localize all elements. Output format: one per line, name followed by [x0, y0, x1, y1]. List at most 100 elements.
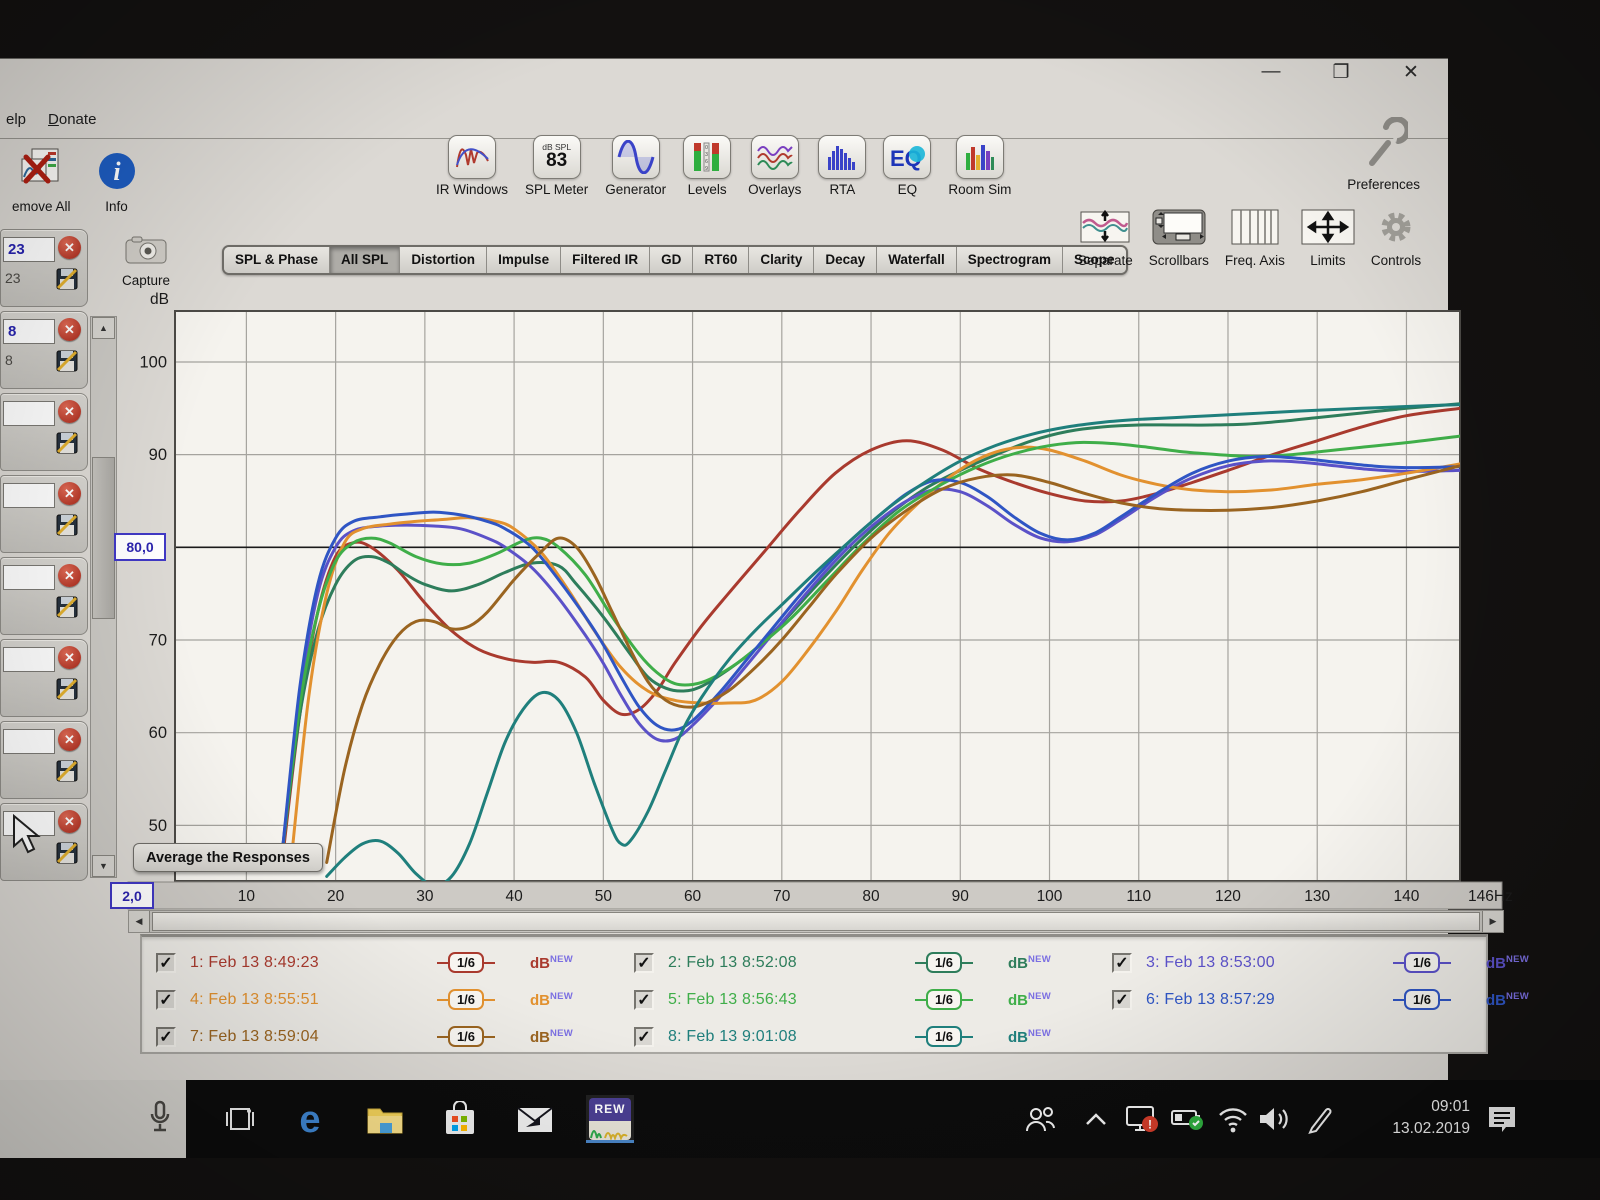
minimize-button[interactable]: — — [1256, 61, 1286, 84]
display-alert-icon[interactable]: ! — [1118, 1095, 1166, 1143]
average-responses-button[interactable]: Average the Responses — [133, 843, 323, 872]
measurement-checkbox[interactable]: ✓ — [1112, 990, 1132, 1010]
measurement-label[interactable]: 2: Feb 13 8:52:08 — [668, 954, 880, 972]
delete-measurement-button[interactable]: ✕ — [58, 728, 81, 751]
battery-icon[interactable] — [1164, 1095, 1212, 1143]
file-explorer-button[interactable] — [361, 1095, 409, 1143]
delete-measurement-button[interactable]: ✕ — [58, 564, 81, 587]
chart-hscrollbar[interactable]: ◀ ▶ — [128, 910, 1504, 933]
delete-measurement-button[interactable]: ✕ — [58, 400, 81, 423]
measurement-name-field[interactable] — [3, 811, 55, 836]
measurement-label[interactable]: 5: Feb 13 8:56:43 — [668, 991, 880, 1009]
generator-button[interactable]: Generator — [605, 135, 666, 197]
hscroll-right-button[interactable]: ▶ — [1482, 911, 1503, 932]
measurement-checkbox[interactable]: ✓ — [634, 953, 654, 973]
people-icon[interactable] — [1016, 1095, 1064, 1143]
measurement-label[interactable]: 6: Feb 13 8:57:29 — [1146, 991, 1358, 1009]
scrollbars-button[interactable]: Scrollbars — [1149, 209, 1209, 268]
measurement-label[interactable]: 8: Feb 13 9:01:08 — [668, 1028, 880, 1046]
measurement-checkbox[interactable]: ✓ — [156, 953, 176, 973]
save-measurement-icon[interactable] — [56, 678, 78, 705]
measurement-name-field[interactable]: 23 — [3, 237, 55, 262]
scroll-thumb[interactable] — [92, 457, 115, 619]
tab-spl-phase[interactable]: SPL & Phase — [224, 247, 330, 273]
save-measurement-icon[interactable] — [56, 596, 78, 623]
save-measurement-icon[interactable] — [56, 760, 78, 787]
delete-measurement-button[interactable]: ✕ — [58, 318, 81, 341]
delete-measurement-button[interactable]: ✕ — [58, 646, 81, 669]
measurement-name-field[interactable] — [3, 565, 55, 590]
svg-text:6: 6 — [705, 159, 708, 165]
save-measurement-icon[interactable] — [56, 514, 78, 541]
microsoft-store-button[interactable] — [436, 1095, 484, 1143]
overlays-button[interactable]: Overlays — [748, 135, 801, 197]
levels-button[interactable]: 0 3 6 9 Levels — [683, 135, 731, 197]
ir-windows-button[interactable]: IR Windows — [436, 135, 508, 197]
restore-button[interactable]: ❐ — [1326, 61, 1356, 84]
measurement-name-field[interactable]: 8 — [3, 319, 55, 344]
hscroll-left-button[interactable]: ◀ — [129, 911, 150, 932]
measurement-name-field[interactable] — [3, 729, 55, 754]
volume-icon[interactable] — [1251, 1095, 1299, 1143]
tab-gd[interactable]: GD — [650, 247, 693, 273]
delete-measurement-button[interactable]: ✕ — [58, 236, 81, 259]
tab-rt60[interactable]: RT60 — [693, 247, 749, 273]
tab-decay[interactable]: Decay — [814, 247, 877, 273]
tab-clarity[interactable]: Clarity — [749, 247, 814, 273]
hscroll-thumb[interactable] — [152, 912, 1480, 931]
tab-waterfall[interactable]: Waterfall — [877, 247, 957, 273]
eq-button[interactable]: EQ EQ — [883, 135, 931, 197]
controls-button[interactable]: Controls — [1371, 209, 1421, 268]
measurement-checkbox[interactable]: ✓ — [634, 990, 654, 1010]
menu-help[interactable]: elp — [6, 111, 26, 128]
save-measurement-icon[interactable] — [56, 268, 78, 295]
measurement-checkbox[interactable]: ✓ — [1112, 953, 1132, 973]
limits-button[interactable]: Limits — [1301, 209, 1355, 268]
preferences-button[interactable]: Preferences — [1347, 117, 1420, 192]
measurement-label[interactable]: 3: Feb 13 8:53:00 — [1146, 954, 1358, 972]
measurement-name-field[interactable] — [3, 401, 55, 426]
room-sim-button[interactable]: Room Sim — [948, 135, 1011, 197]
tab-filtered-ir[interactable]: Filtered IR — [561, 247, 650, 273]
tab-distortion[interactable]: Distortion — [400, 247, 487, 273]
measurement-checkbox[interactable]: ✓ — [156, 990, 176, 1010]
measurement-label[interactable]: 7: Feb 13 8:59:04 — [190, 1028, 402, 1046]
task-view-button[interactable] — [216, 1095, 264, 1143]
taskbar-chevron-up[interactable] — [1072, 1095, 1120, 1143]
save-measurement-icon[interactable] — [56, 432, 78, 459]
close-button[interactable]: ✕ — [1396, 61, 1426, 84]
menu-donate[interactable]: Donate — [48, 111, 96, 128]
wifi-icon[interactable] — [1209, 1095, 1257, 1143]
rta-button[interactable]: RTA — [818, 135, 866, 197]
scroll-down-button[interactable]: ▼ — [92, 855, 115, 877]
info-button[interactable]: i Info — [97, 151, 137, 214]
remove-all-button[interactable]: emove All — [12, 147, 71, 214]
taskbar-clock[interactable]: 09:01 13.02.2019 — [1392, 1096, 1470, 1141]
separate-button[interactable]: Separate — [1078, 209, 1133, 268]
rew-app-button[interactable]: REW — [586, 1095, 634, 1143]
measurement-label[interactable]: 4: Feb 13 8:55:51 — [190, 991, 402, 1009]
measurement-checkbox[interactable]: ✓ — [634, 1027, 654, 1047]
sidebar-scrollbar[interactable]: ▲ ▼ — [90, 316, 117, 878]
save-measurement-icon[interactable] — [56, 842, 78, 869]
svg-text:60: 60 — [149, 724, 167, 742]
measurement-label[interactable]: 1: Feb 13 8:49:23 — [190, 954, 402, 972]
delete-measurement-button[interactable]: ✕ — [58, 810, 81, 833]
scroll-up-button[interactable]: ▲ — [92, 317, 115, 339]
action-center-icon[interactable] — [1478, 1095, 1526, 1143]
save-measurement-icon[interactable] — [56, 350, 78, 377]
spl-chart-plot[interactable]: 102030405060708090100110120130140146Hz50… — [115, 286, 1515, 941]
tab-spectrogram[interactable]: Spectrogram — [957, 247, 1063, 273]
spl-meter-button[interactable]: dB SPL 83 SPL Meter — [525, 135, 588, 197]
freq-axis-button[interactable]: Freq. Axis — [1225, 209, 1285, 268]
pen-icon[interactable] — [1297, 1095, 1345, 1143]
mail-button[interactable] — [511, 1095, 559, 1143]
tab-all-spl[interactable]: All SPL — [330, 247, 400, 273]
capture-button[interactable]: Capture — [122, 235, 170, 288]
edge-browser-button[interactable]: e — [286, 1095, 334, 1143]
delete-measurement-button[interactable]: ✕ — [58, 482, 81, 505]
measurement-name-field[interactable] — [3, 483, 55, 508]
measurement-checkbox[interactable]: ✓ — [156, 1027, 176, 1047]
measurement-name-field[interactable] — [3, 647, 55, 672]
tab-impulse[interactable]: Impulse — [487, 247, 561, 273]
